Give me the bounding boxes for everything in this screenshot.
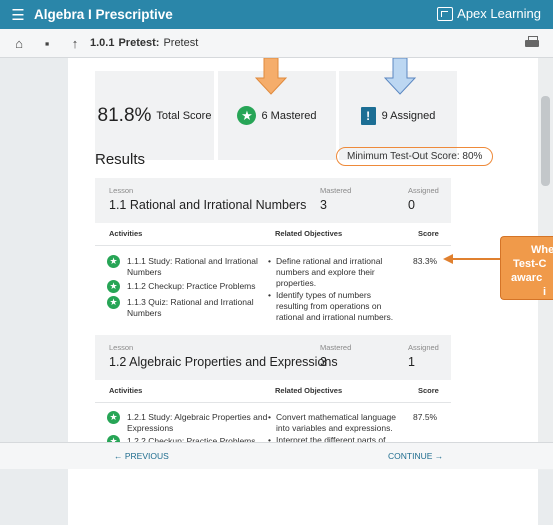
briefcase-icon[interactable]: ▪ <box>38 36 56 51</box>
mastered-value: 3 <box>320 355 327 369</box>
breadcrumb-number: 1.0.1 <box>90 37 115 49</box>
lesson-label: Lesson <box>109 343 134 352</box>
activities-header: Activities <box>109 229 143 238</box>
objectives-header: Related Objectives <box>275 386 343 395</box>
scroll-thumb[interactable] <box>541 96 550 186</box>
brand-name: Apex Learning <box>457 6 541 21</box>
activity-score: 87.5% <box>413 412 438 422</box>
top-bar: ☰ Algebra I Prescriptive Apex Learning <box>0 0 553 29</box>
orange-arrow-icon <box>255 58 288 95</box>
activity-name: 1.1.1 Study: Rational and Irrational Num… <box>127 256 258 277</box>
lesson-header: Lesson 1.2 Algebraic Properties and Expr… <box>95 335 451 380</box>
star-icon: ★ <box>107 296 120 309</box>
activity-score: 83.3% <box>413 256 438 266</box>
objective-item: Identify types of numbers resulting from… <box>268 290 401 323</box>
objective-item: Define rational and irrational numbers a… <box>268 256 401 289</box>
activities-header: Activities <box>109 386 143 395</box>
assigned-count: 9 Assigned <box>381 109 436 122</box>
lesson-title: 1.1 Rational and Irrational Numbers <box>109 198 307 212</box>
assigned-label: Assigned <box>408 343 439 352</box>
assigned-value: 1 <box>408 355 415 369</box>
activity-name: 1.1.3 Quiz: Rational and Irrational Numb… <box>127 297 254 318</box>
column-headers: Activities Related Objectives Score <box>95 380 451 403</box>
continue-button[interactable]: CONTINUE → <box>388 451 443 461</box>
activity-name: 1.1.2 Checkup: Practice Problems <box>127 281 256 291</box>
print-icon[interactable] <box>525 36 539 48</box>
footer-bar: ← PREVIOUS CONTINUE → <box>0 442 553 469</box>
star-icon: ★ <box>237 106 257 125</box>
lesson-label: Lesson <box>109 186 134 195</box>
blue-arrow-icon <box>384 58 417 95</box>
home-icon[interactable]: ⌂ <box>10 36 28 51</box>
mastered-label: Mastered <box>320 186 352 195</box>
callout-line: When <box>531 244 553 256</box>
star-icon: ★ <box>107 411 120 424</box>
lesson-title: 1.2 Algebraic Properties and Expressions <box>109 355 338 369</box>
callout-arrow-icon <box>443 254 501 264</box>
assigned-label: Assigned <box>408 186 439 195</box>
score-header: Score <box>418 229 439 238</box>
callout-line: i <box>543 286 547 298</box>
assigned-icon: ! <box>360 106 376 125</box>
mastered-count: 6 Mastered <box>261 109 317 122</box>
up-arrow-icon[interactable]: ↑ <box>66 36 84 51</box>
previous-button[interactable]: ← PREVIOUS <box>114 451 169 461</box>
mastered-label: Mastered <box>320 343 352 352</box>
breadcrumb-title: Pretest <box>163 37 199 49</box>
activity-name: 1.2.1 Study: Algebraic Properties and Ex… <box>127 412 268 433</box>
breadcrumb: ⌂ ▪ ↑ 1.0.1 Pretest: Pretest <box>0 29 553 58</box>
app-title: Algebra I Prescriptive <box>34 7 173 22</box>
assigned-value: 0 <box>408 198 415 212</box>
score-header: Score <box>418 386 439 395</box>
lesson-header: Lesson 1.1 Rational and Irrational Numbe… <box>95 178 451 223</box>
star-icon: ★ <box>107 255 120 268</box>
breadcrumb-type: Pretest: <box>118 37 160 49</box>
results-title: Results <box>95 151 146 168</box>
callout-line: awarc <box>511 272 543 284</box>
brand-logo: Apex Learning <box>437 6 541 21</box>
total-score-card: 81.8% Total Score <box>95 71 214 160</box>
total-score-label: Total Score <box>156 109 212 122</box>
mastered-value: 3 <box>320 198 327 212</box>
min-test-out-score: Minimum Test-Out Score: 80% <box>336 147 494 166</box>
objectives-header: Related Objectives <box>275 229 343 238</box>
apex-logo-icon <box>437 6 454 21</box>
callout-note: When Test-C awarc i <box>500 236 553 300</box>
objective-item: Convert mathematical language into varia… <box>268 412 401 434</box>
callout-line: Test-C <box>513 258 547 270</box>
star-icon: ★ <box>107 280 120 293</box>
column-headers: Activities Related Objectives Score <box>95 223 451 246</box>
menu-icon[interactable]: ☰ <box>4 6 32 24</box>
total-score-value: 81.8% <box>97 104 152 126</box>
